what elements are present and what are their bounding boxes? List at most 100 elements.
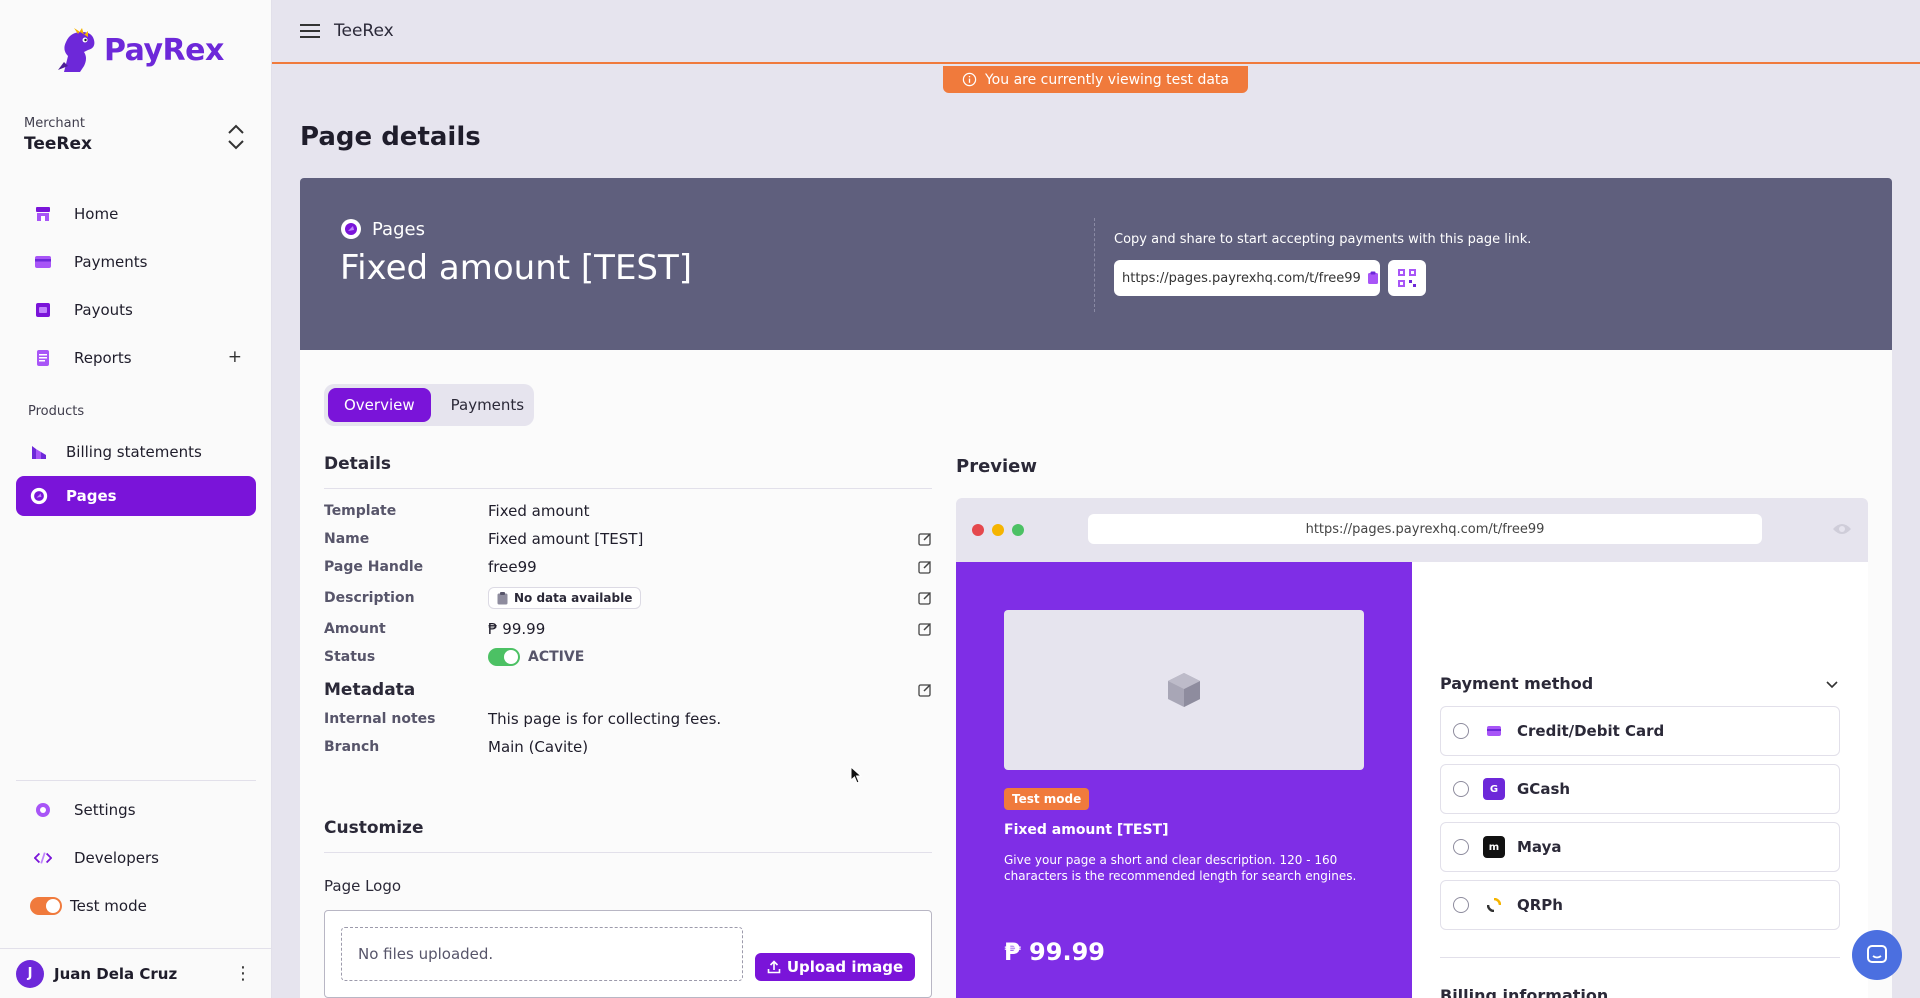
- detail-value: Fixed amount [TEST]: [488, 530, 644, 548]
- brand-name: PayRex: [104, 32, 224, 68]
- upload-image-button[interactable]: Upload image: [755, 953, 915, 981]
- payrex-logo[interactable]: PayRex: [54, 26, 224, 74]
- edit-icon[interactable]: [918, 622, 932, 636]
- sidebar-item-label: Settings: [74, 801, 136, 819]
- preview-amount: ₱ 99.99: [1004, 938, 1105, 966]
- user-menu[interactable]: J Juan Dela Cruz ⋮: [0, 948, 272, 998]
- gear-icon: [34, 801, 52, 819]
- sidebar-item-pages[interactable]: Pages: [16, 476, 256, 516]
- report-icon: [34, 349, 52, 367]
- payment-option-gcash[interactable]: G GCash: [1440, 764, 1840, 814]
- preview-browser-frame: https://pages.payrexhq.com/t/free99 Test…: [956, 498, 1868, 998]
- card-icon: [34, 253, 52, 271]
- main-nav: Home Payments Payouts Reports +: [16, 194, 256, 378]
- tab-switcher: Overview Payments: [324, 384, 534, 426]
- qr-code-button[interactable]: [1388, 260, 1426, 296]
- header-label: Pages: [340, 218, 425, 240]
- no-data-text: No data available: [514, 591, 633, 605]
- pages-icon: [30, 487, 48, 505]
- kebab-menu-icon[interactable]: ⋮: [234, 963, 252, 984]
- payment-option-qrph[interactable]: QRPh: [1440, 880, 1840, 930]
- detail-row-description: Description No data available: [324, 581, 932, 615]
- merchant-switcher[interactable]: Merchant TeeRex: [24, 116, 250, 156]
- detail-row-page-handle: Page Handle free99: [324, 553, 932, 581]
- edit-icon[interactable]: [918, 560, 932, 574]
- billing-information-title: Billing information: [1440, 986, 1609, 998]
- sidebar-item-label: Pages: [66, 487, 117, 505]
- products-section-label: Products: [28, 404, 85, 419]
- qr-code-icon: [1398, 269, 1416, 287]
- payment-method-header[interactable]: Payment method: [1440, 674, 1840, 693]
- sidebar-item-label: Payments: [74, 253, 148, 271]
- test-mode-label: Test mode: [70, 897, 147, 915]
- logo-dropzone[interactable]: No files uploaded.: [341, 927, 743, 981]
- edit-icon[interactable]: [918, 591, 932, 605]
- radio-button[interactable]: [1453, 897, 1469, 913]
- sidebar-item-billing-statements[interactable]: Billing statements: [16, 432, 256, 472]
- sidebar-item-payouts[interactable]: Payouts: [16, 290, 256, 330]
- sidebar-item-label: Billing statements: [66, 443, 202, 461]
- sidebar-item-label: Payouts: [74, 301, 133, 319]
- merchant-name: TeeRex: [24, 134, 92, 154]
- logo-upload-box: No files uploaded. Upload image: [324, 910, 932, 998]
- qrph-icon: [1483, 894, 1505, 916]
- preview-title: Preview: [956, 456, 1038, 477]
- sidebar-item-settings[interactable]: Settings: [16, 790, 256, 830]
- tab-overview[interactable]: Overview: [328, 388, 431, 422]
- hamburger-menu-icon[interactable]: [300, 24, 320, 38]
- payment-method-title: Payment method: [1440, 674, 1594, 693]
- metadata-title: Metadata: [324, 680, 416, 700]
- upload-icon: [767, 960, 781, 974]
- metadata-header: Metadata: [324, 675, 932, 705]
- divider: [1440, 957, 1840, 958]
- reports-expand-icon[interactable]: +: [228, 347, 242, 367]
- customize-title: Customize: [324, 818, 424, 838]
- sidebar-divider: [16, 780, 256, 781]
- no-data-badge: No data available: [488, 587, 642, 609]
- payment-option-label: GCash: [1517, 780, 1571, 798]
- test-mode-toggle[interactable]: [30, 897, 62, 915]
- tab-payments[interactable]: Payments: [435, 388, 540, 422]
- test-mode-row: Test mode: [16, 886, 256, 926]
- status-toggle[interactable]: [488, 648, 520, 666]
- topbar-title: TeeRex: [334, 21, 394, 41]
- info-icon: [962, 72, 977, 87]
- edit-icon[interactable]: [918, 532, 932, 546]
- status-badge: ACTIVE: [528, 649, 585, 665]
- package-icon: [1168, 673, 1200, 707]
- edit-icon[interactable]: [918, 683, 932, 697]
- sidebar-item-home[interactable]: Home: [16, 194, 256, 234]
- page-header-card: Pages Fixed amount [TEST] Copy and share…: [300, 178, 1892, 350]
- sidebar-item-label: Reports: [74, 349, 132, 367]
- avatar: J: [16, 959, 44, 988]
- card-icon: [1483, 720, 1505, 742]
- payment-option-card[interactable]: Credit/Debit Card: [1440, 706, 1840, 756]
- radio-button[interactable]: [1453, 781, 1469, 797]
- maya-icon: m: [1483, 836, 1505, 858]
- page-link-copy[interactable]: https://pages.payrexhq.com/t/free99: [1114, 260, 1380, 296]
- detail-row-amount: Amount ₱ 99.99: [324, 615, 932, 643]
- detail-key: Branch: [324, 739, 380, 755]
- payment-option-label: Maya: [1517, 838, 1562, 856]
- eye-icon[interactable]: [1832, 522, 1852, 536]
- bottom-nav: Settings Developers Test mode: [16, 790, 256, 926]
- detail-row-name: Name Fixed amount [TEST]: [324, 525, 932, 553]
- sidebar-item-developers[interactable]: Developers: [16, 838, 256, 878]
- preview-url-bar: https://pages.payrexhq.com/t/free99: [1088, 514, 1762, 544]
- header-divider: [1094, 218, 1095, 312]
- sidebar-item-reports[interactable]: Reports +: [16, 338, 256, 378]
- page-title: Page details: [300, 122, 481, 152]
- payment-option-maya[interactable]: m Maya: [1440, 822, 1840, 872]
- test-data-banner: You are currently viewing test data: [943, 66, 1248, 93]
- detail-key: Description: [324, 590, 415, 606]
- billing-icon: [30, 443, 48, 461]
- metadata-row-branch: Branch Main (Cavite): [324, 733, 932, 761]
- details-title: Details: [324, 454, 392, 474]
- clipboard-icon[interactable]: [1367, 271, 1379, 285]
- radio-button[interactable]: [1453, 723, 1469, 739]
- sidebar-item-payments[interactable]: Payments: [16, 242, 256, 282]
- product-image-placeholder: [1004, 610, 1364, 770]
- chat-support-button[interactable]: [1852, 930, 1902, 980]
- radio-button[interactable]: [1453, 839, 1469, 855]
- detail-row-status: Status ACTIVE: [324, 643, 932, 671]
